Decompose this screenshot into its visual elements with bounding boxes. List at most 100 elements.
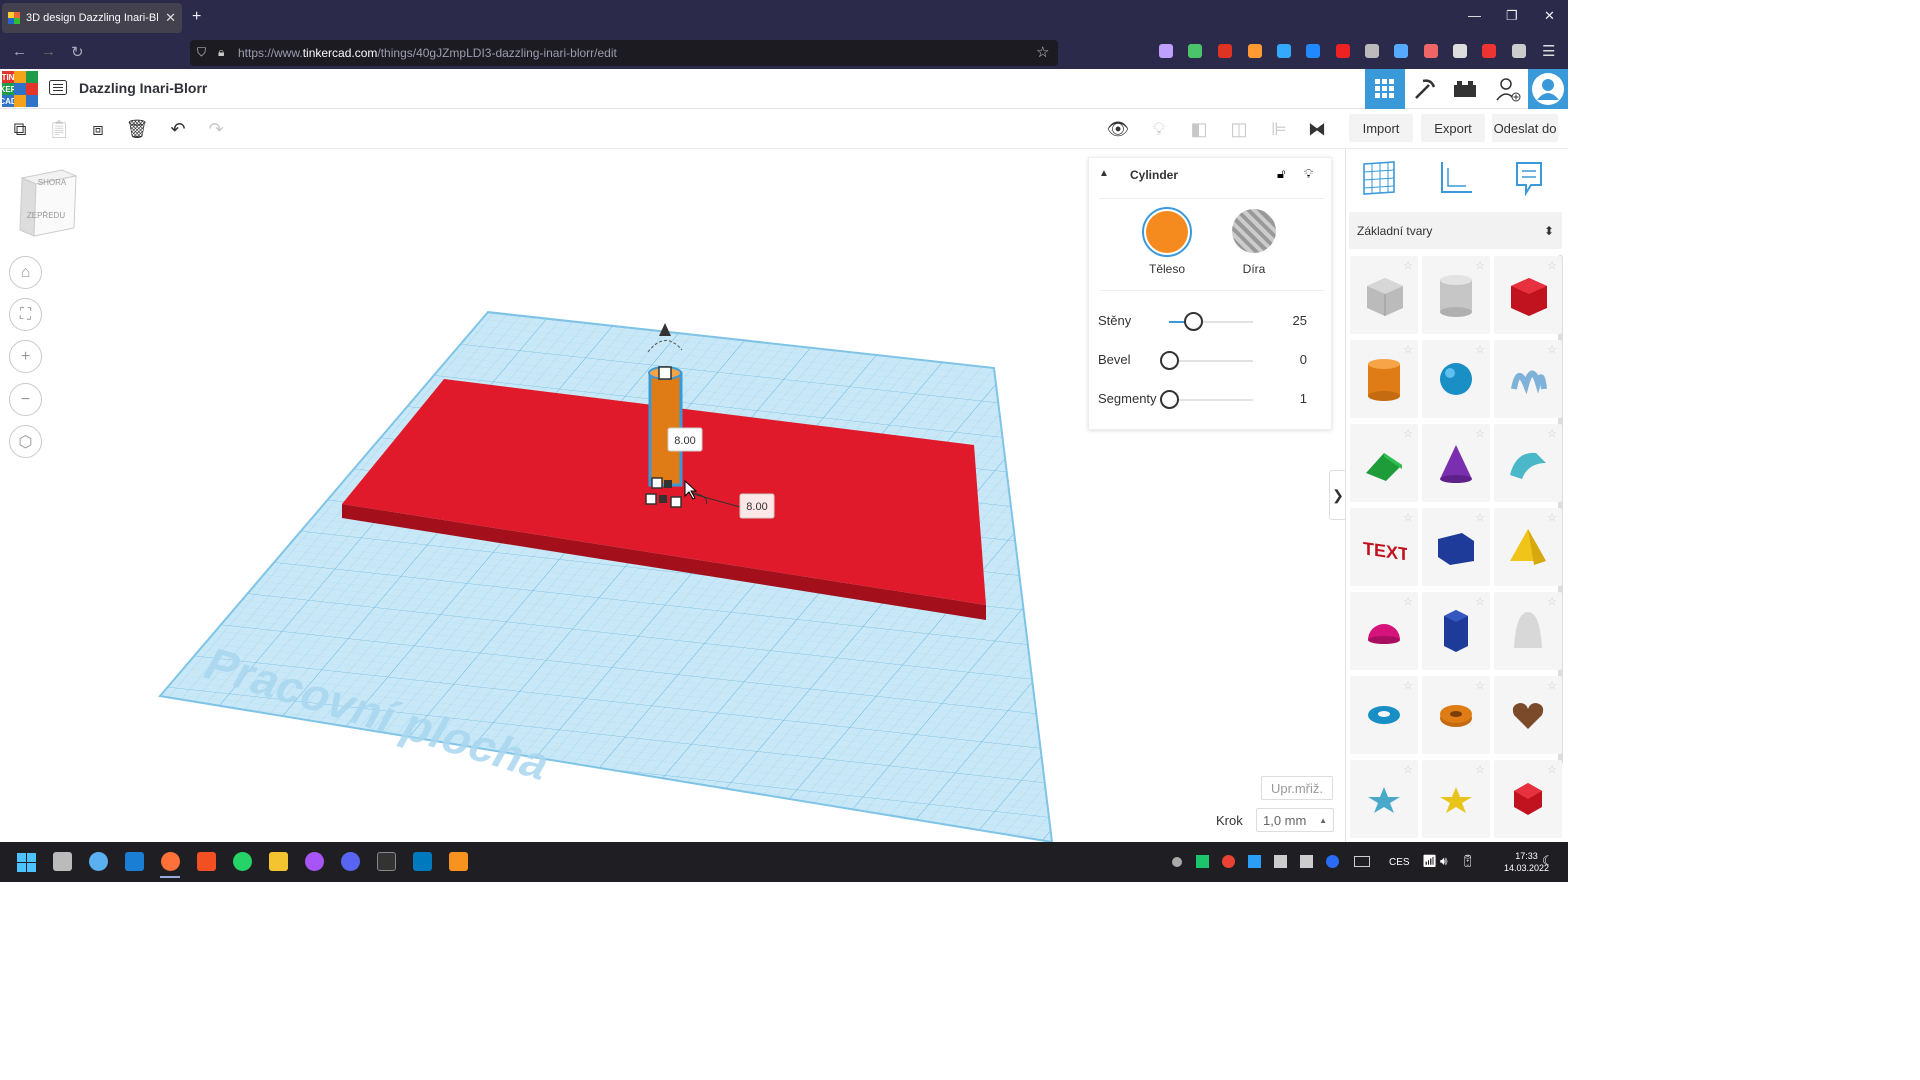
trello-icon[interactable] xyxy=(413,852,432,871)
delete-button[interactable]: 🗑︎ xyxy=(124,116,150,142)
battery-icon[interactable]: 🔋︎ xyxy=(1460,854,1475,868)
shield-icon[interactable]: ⛉ xyxy=(197,45,206,60)
volume-icon[interactable]: 🔊︎ xyxy=(1440,854,1448,869)
hide-shape-icon[interactable]: 💡︎ xyxy=(1304,166,1313,182)
projection-button[interactable]: ⬡ xyxy=(9,425,42,458)
firefox-icon[interactable] xyxy=(161,852,180,871)
zoom-out-button[interactable]: − xyxy=(9,383,42,416)
language-indicator[interactable]: CES xyxy=(1389,857,1410,868)
ungroup-button[interactable]: ◫ xyxy=(1226,116,1252,142)
bluetooth-icon[interactable] xyxy=(1326,855,1339,868)
walls-value[interactable]: 25 xyxy=(1293,313,1307,328)
design-list-icon[interactable] xyxy=(49,80,67,95)
segments-slider[interactable] xyxy=(1160,390,1253,409)
shape-star-gold[interactable]: ☆ xyxy=(1422,760,1490,838)
extension-8-icon[interactable] xyxy=(1453,44,1467,58)
downloads-icon[interactable] xyxy=(1188,44,1202,58)
tray-icon[interactable] xyxy=(1196,855,1209,868)
shape-roof[interactable]: ☆ xyxy=(1350,424,1418,502)
shape-star[interactable]: ☆ xyxy=(1350,760,1418,838)
shape-box-hole[interactable]: ☆ xyxy=(1350,256,1418,334)
invite-user-button[interactable] xyxy=(1488,69,1528,109)
browser-tab[interactable]: 3D design Dazzling Inari-Blorr | ✕ xyxy=(2,3,182,33)
profile-button[interactable] xyxy=(1528,69,1568,109)
workplane-tool-icon[interactable] xyxy=(1362,160,1396,196)
group-button[interactable]: ◧ xyxy=(1186,116,1212,142)
shape-box[interactable]: ☆ xyxy=(1494,256,1562,334)
shape-text[interactable]: TEXT ☆ xyxy=(1350,508,1418,586)
shape-tube[interactable]: ☆ xyxy=(1422,676,1490,754)
messenger-icon[interactable] xyxy=(305,852,324,871)
tray-icon[interactable] xyxy=(1248,855,1261,868)
shape-half-sphere[interactable]: ☆ xyxy=(1350,592,1418,670)
tray-icon[interactable] xyxy=(1274,855,1287,868)
resize-handle[interactable] xyxy=(659,495,667,503)
shape-library-select[interactable]: Základní tvary ⬍ xyxy=(1349,212,1562,249)
extension-2-icon[interactable] xyxy=(1248,44,1262,58)
lift-arrow-icon[interactable] xyxy=(659,323,671,336)
shape-sphere[interactable]: ☆ xyxy=(1422,340,1490,418)
export-button[interactable]: Export xyxy=(1421,114,1485,142)
onedrive-icon[interactable] xyxy=(89,852,108,871)
terminal-icon[interactable] xyxy=(377,852,396,871)
back-icon[interactable]: ← xyxy=(12,43,27,60)
shape-heart[interactable]: ☆ xyxy=(1494,676,1562,754)
bricks-view-button[interactable] xyxy=(1445,69,1485,109)
segments-value[interactable]: 1 xyxy=(1300,391,1307,406)
tab-close-icon[interactable]: ✕ xyxy=(165,10,176,26)
shape-cone[interactable]: ☆ xyxy=(1422,424,1490,502)
wifi-icon[interactable]: 📶︎ xyxy=(1422,854,1437,868)
shape-cylinder[interactable]: ☆ xyxy=(1350,340,1418,418)
start-icon[interactable] xyxy=(17,853,36,872)
duplicate-button[interactable]: ⧈ xyxy=(85,116,111,142)
view-cube[interactable]: SHORA ZEPŘEDU xyxy=(18,168,80,238)
pocket-icon[interactable] xyxy=(1159,44,1173,58)
shape-gem[interactable]: ☆ xyxy=(1494,760,1562,838)
snap-step-select[interactable]: 1,0 mm ▲ xyxy=(1256,808,1334,832)
minimize-icon[interactable]: — xyxy=(1468,8,1481,23)
lock-shape-icon[interactable]: 🔓︎ xyxy=(1277,166,1285,182)
shape-paraboloid[interactable]: ☆ xyxy=(1494,592,1562,670)
zoom-in-button[interactable]: + xyxy=(9,340,42,373)
extension-ublock-icon[interactable] xyxy=(1218,44,1232,58)
fit-view-button[interactable]: ⛶ xyxy=(9,298,42,331)
shape-polygon[interactable]: ☆ xyxy=(1422,592,1490,670)
home-view-button[interactable]: ⌂ xyxy=(9,256,42,289)
extension-4-icon[interactable] xyxy=(1306,44,1320,58)
notifications-icon[interactable]: ☾ xyxy=(1542,853,1554,869)
hole-option[interactable] xyxy=(1232,209,1276,253)
close-window-icon[interactable]: ✕ xyxy=(1544,8,1555,24)
shape-pyramid[interactable]: ☆ xyxy=(1494,508,1562,586)
tinkercad-logo[interactable]: TIN KER CAD xyxy=(0,71,38,107)
shape-wedge[interactable]: ☆ xyxy=(1422,508,1490,586)
notes-tool-icon[interactable] xyxy=(1514,160,1544,196)
extension-puzzle-icon[interactable] xyxy=(1365,44,1379,58)
bookmark-star-icon[interactable]: ☆ xyxy=(1036,43,1049,61)
extension-7-icon[interactable] xyxy=(1424,44,1438,58)
extension-6-icon[interactable] xyxy=(1394,44,1408,58)
extension-3-icon[interactable] xyxy=(1277,44,1291,58)
import-button[interactable]: Import xyxy=(1349,114,1413,142)
task-view-icon[interactable] xyxy=(53,852,72,871)
resize-handle[interactable] xyxy=(645,493,657,505)
bevel-slider[interactable] xyxy=(1160,351,1253,370)
shape-torus[interactable]: ☆ xyxy=(1350,676,1418,754)
mirror-button[interactable]: ⧓ xyxy=(1304,116,1330,142)
keyboard-icon[interactable] xyxy=(1354,856,1370,867)
redo-button[interactable]: ↷ xyxy=(203,116,229,142)
forward-icon[interactable]: → xyxy=(41,43,56,60)
extension-10-icon[interactable] xyxy=(1512,44,1526,58)
bevel-value[interactable]: 0 xyxy=(1300,352,1307,367)
shape-scribble[interactable]: ☆ xyxy=(1494,340,1562,418)
whatsapp-icon[interactable] xyxy=(233,852,252,871)
shape-cylinder-hole[interactable]: ☆ xyxy=(1422,256,1490,334)
fusion-icon[interactable] xyxy=(449,852,468,871)
collapse-inspector-icon[interactable]: ▲ xyxy=(1099,168,1109,179)
design-title[interactable]: Dazzling Inari-Blorr xyxy=(79,80,207,96)
edit-grid-button[interactable]: Upr.mřiž. xyxy=(1261,776,1333,800)
send-to-button[interactable]: Odeslat do xyxy=(1492,114,1558,142)
tray-icon[interactable] xyxy=(1172,857,1182,867)
solid-option[interactable] xyxy=(1142,207,1192,257)
show-all-button[interactable]: 💡︎ xyxy=(1146,116,1172,142)
file-explorer-icon[interactable] xyxy=(269,852,288,871)
